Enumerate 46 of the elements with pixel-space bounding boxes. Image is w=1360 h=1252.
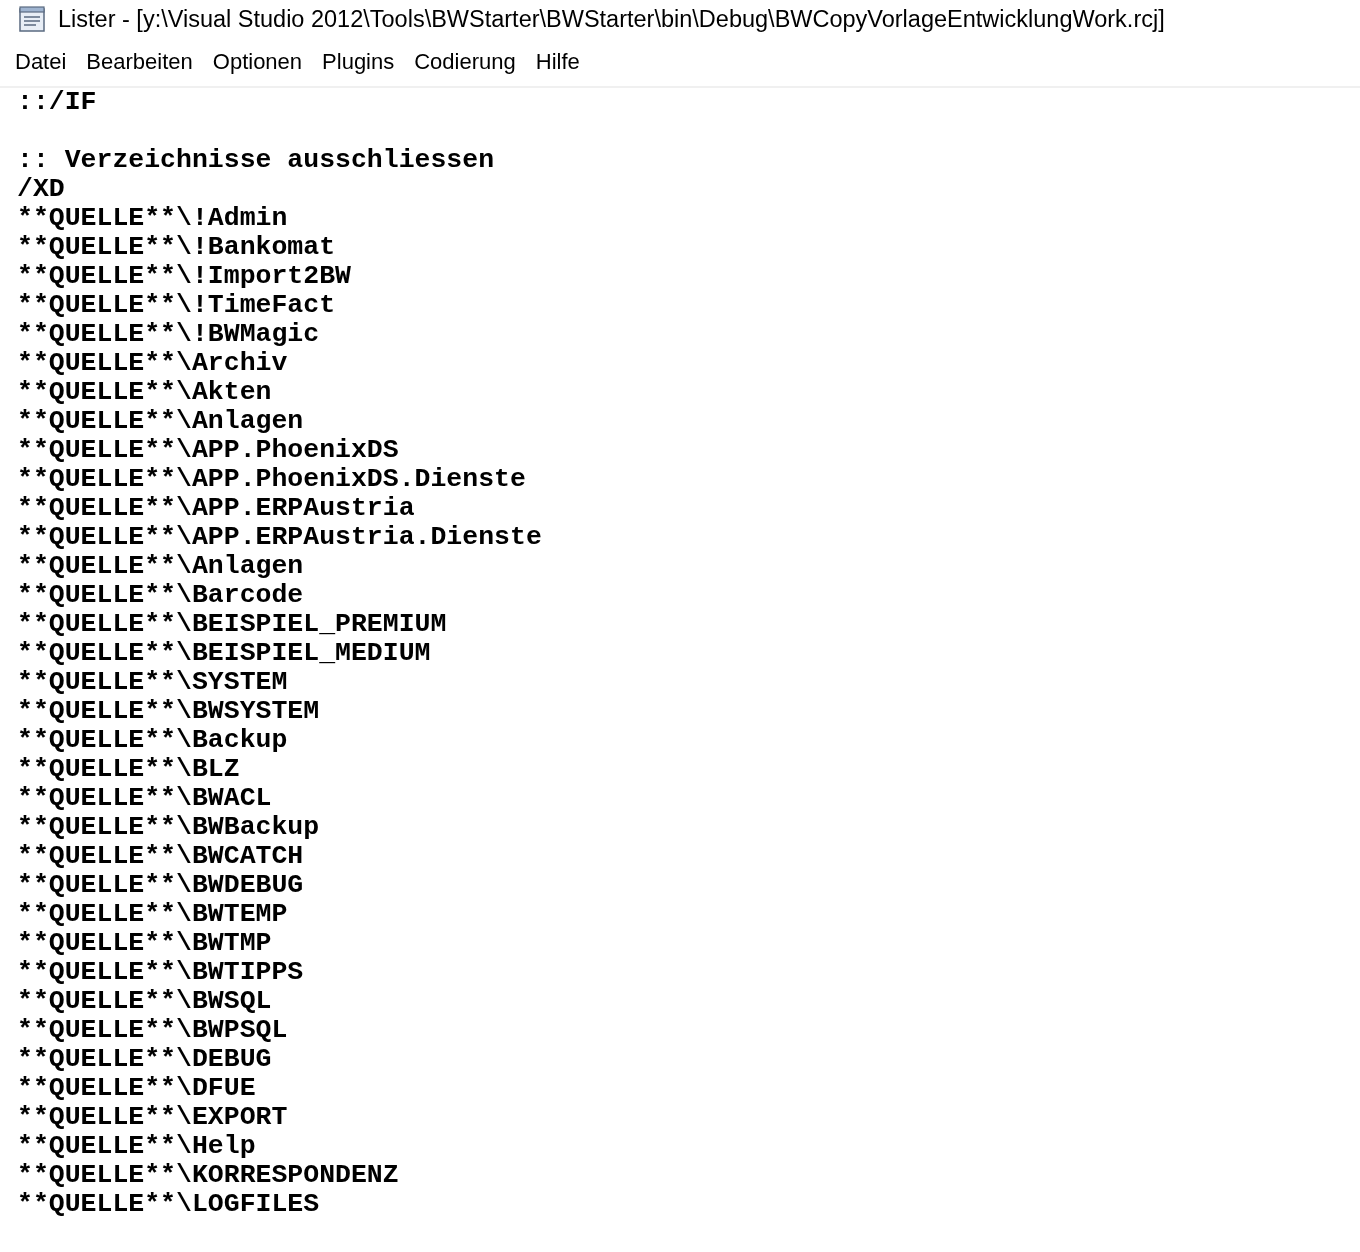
text-line: **QUELLE**\Barcode [17,581,305,610]
menu-item[interactable]: Datei [6,49,76,75]
text-line: **QUELLE**\DFUE [17,1074,257,1103]
menu-item[interactable]: Codierung [405,49,525,75]
text-line: **QUELLE**\DEBUG [17,1045,273,1074]
text-line: **QUELLE**\BEISPIEL_PREMIUM [17,610,448,639]
text-line: **QUELLE**\BWACL [17,784,273,813]
text-line: **QUELLE**\Akten [17,378,273,407]
text-line: **QUELLE**\APP.ERPAustria.Dienste [17,523,543,552]
text-line: **QUELLE**\BWCATCH [17,842,305,871]
text-line: **QUELLE**\SYSTEM [17,668,289,697]
text-line: **QUELLE**\BWDEBUG [17,871,305,900]
text-line: **QUELLE**\BWTIPPS [17,958,305,987]
text-line: **QUELLE**\BWTMP [17,929,273,958]
text-line: **QUELLE**\APP.PhoenixDS.Dienste [17,465,527,494]
window-title: Lister - [y:\Visual Studio 2012\Tools\BWStarter\BWStarter\bin\Debug\BWCopyVorlageEntwicklungWork.rcj] [58,5,1165,33]
text-line: **QUELLE**\APP.PhoenixDS [17,436,400,465]
text-line: **QUELLE**\BWPSQL [17,1016,289,1045]
text-line: **QUELLE**\BEISPIEL_MEDIUM [17,639,432,668]
menu-item[interactable]: Bearbeiten [77,49,202,75]
text-line: **QUELLE**\Backup [17,726,289,755]
text-line: **QUELLE**\BWTEMP [17,900,289,929]
text-line: **QUELLE**\Archiv [17,349,289,378]
text-line: **QUELLE**\EXPORT [17,1103,289,1132]
notepad-icon [16,5,48,33]
text-line: **QUELLE**\BLZ [17,755,241,784]
text-line: ::/IF [17,88,98,117]
text-line: **QUELLE**\APP.ERPAustria [17,494,416,523]
text-line: **QUELLE**\!Admin [17,204,289,233]
text-line: **QUELLE**\BWSQL [17,987,273,1016]
text-line: **QUELLE**\Anlagen [17,407,305,436]
text-line: **QUELLE**\BWSYSTEM [17,697,321,726]
text-line: **QUELLE**\!TimeFact [17,291,337,320]
menu-item[interactable]: Plugins [313,49,404,75]
text-line: :: Verzeichnisse ausschliessen [17,146,496,175]
text-line: **QUELLE**\KORRESPONDENZ [17,1161,400,1190]
menu-item[interactable]: Hilfe [526,49,589,75]
text-line: **QUELLE**\!BWMagic [17,320,321,349]
text-line: **QUELLE**\LOGFILES [17,1190,321,1219]
text-line: **QUELLE**\!Bankomat [17,233,337,262]
text-line: **QUELLE**\Help [17,1132,257,1161]
text-line: **QUELLE**\BWBackup [17,813,321,842]
text-line: **QUELLE**\Anlagen [17,552,305,581]
menu-item[interactable]: Optionen [203,49,312,75]
text-line: **QUELLE**\!Import2BW [17,262,352,291]
text-line: /XD [17,175,66,204]
